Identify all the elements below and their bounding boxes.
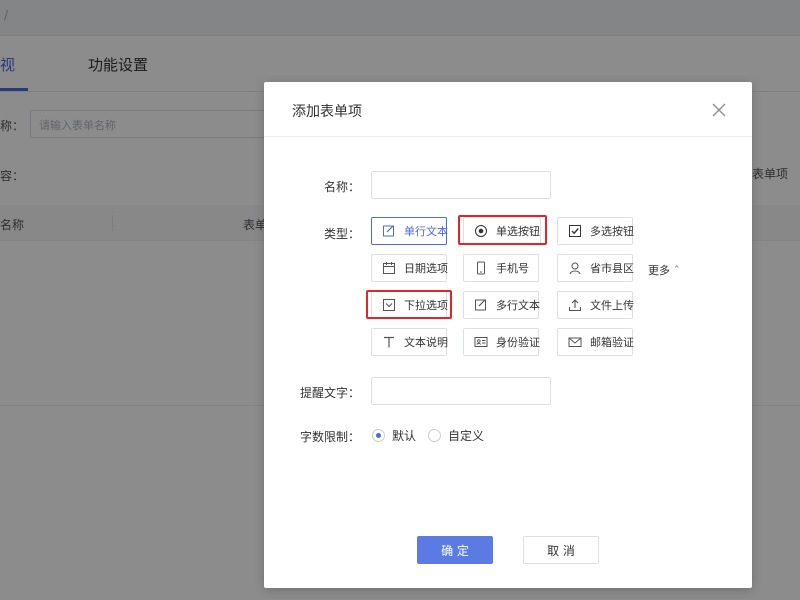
- upload-icon: [568, 298, 582, 312]
- type-label-text: 日期选项: [404, 262, 448, 275]
- type-label: 类型：: [324, 227, 361, 241]
- type-region[interactable]: 省市县区: [557, 254, 634, 282]
- confirm-button[interactable]: 确 定: [417, 536, 493, 564]
- type-id-verification[interactable]: 身份验证: [463, 328, 540, 356]
- type-label-text: 单行文本: [404, 225, 448, 238]
- edit-icon: [474, 298, 488, 312]
- more-types-toggle[interactable]: 更多 ⌃: [648, 262, 681, 278]
- type-checkbox[interactable]: 多选按钮: [557, 217, 634, 245]
- type-single-line-text[interactable]: 单行文本: [371, 217, 448, 245]
- type-label-text: 身份验证: [496, 336, 540, 349]
- type-multi-line-text[interactable]: 多行文本: [463, 291, 540, 319]
- hint-text-label: 提醒文字：: [300, 386, 361, 400]
- type-label-text: 单选按钮: [496, 225, 540, 238]
- dropdown-icon: [382, 298, 396, 312]
- cancel-button[interactable]: 取 消: [523, 536, 599, 564]
- dialog-title: 添加表单项: [292, 104, 362, 120]
- limit-option-label: 自定义: [448, 429, 485, 443]
- radio-icon: [474, 224, 488, 238]
- limit-option-label: 默认: [392, 429, 417, 443]
- location-icon: [568, 261, 582, 275]
- char-limit-label: 字数限制：: [300, 430, 361, 444]
- radio-unchecked-icon: [428, 429, 441, 442]
- type-label-text: 文本说明: [404, 336, 448, 349]
- type-label-text: 邮箱验证: [590, 336, 634, 349]
- close-icon[interactable]: [708, 99, 730, 121]
- type-phone[interactable]: 手机号: [463, 254, 539, 282]
- chevron-up-icon: ⌃: [673, 265, 681, 275]
- name-input[interactable]: [371, 171, 551, 199]
- calendar-icon: [382, 261, 396, 275]
- name-label: 名称：: [324, 180, 361, 194]
- type-label-text: 手机号: [496, 262, 529, 275]
- id-card-icon: [474, 335, 488, 349]
- limit-option-default[interactable]: 默认: [372, 427, 416, 444]
- type-label-text: 文件上传: [590, 299, 634, 312]
- radio-checked-icon: [372, 429, 385, 442]
- type-label-text: 省市县区: [590, 262, 634, 275]
- checkbox-icon: [568, 224, 582, 238]
- hint-text-input[interactable]: [371, 377, 551, 405]
- dialog-header: 添加表单项: [264, 82, 752, 137]
- type-date[interactable]: 日期选项: [371, 254, 448, 282]
- phone-icon: [474, 261, 488, 275]
- type-file-upload[interactable]: 文件上传: [557, 291, 634, 319]
- type-dropdown[interactable]: 下拉选项: [371, 291, 448, 319]
- mail-icon: [568, 335, 582, 349]
- type-email-verification[interactable]: 邮箱验证: [557, 328, 634, 356]
- type-label-text: 多行文本: [496, 299, 540, 312]
- edit-icon: [382, 224, 396, 238]
- add-form-item-dialog: 添加表单项 名称： 类型： 单行文本 单选按钮 多选按钮 日期选项 手机号 省市…: [264, 82, 752, 588]
- text-icon: [382, 335, 396, 349]
- type-radio-button[interactable]: 单选按钮: [463, 217, 541, 245]
- more-label: 更多: [648, 264, 670, 277]
- limit-option-custom[interactable]: 自定义: [428, 427, 484, 444]
- type-label-text: 多选按钮: [590, 225, 634, 238]
- type-label-text: 下拉选项: [404, 299, 448, 312]
- type-text-description[interactable]: 文本说明: [371, 328, 448, 356]
